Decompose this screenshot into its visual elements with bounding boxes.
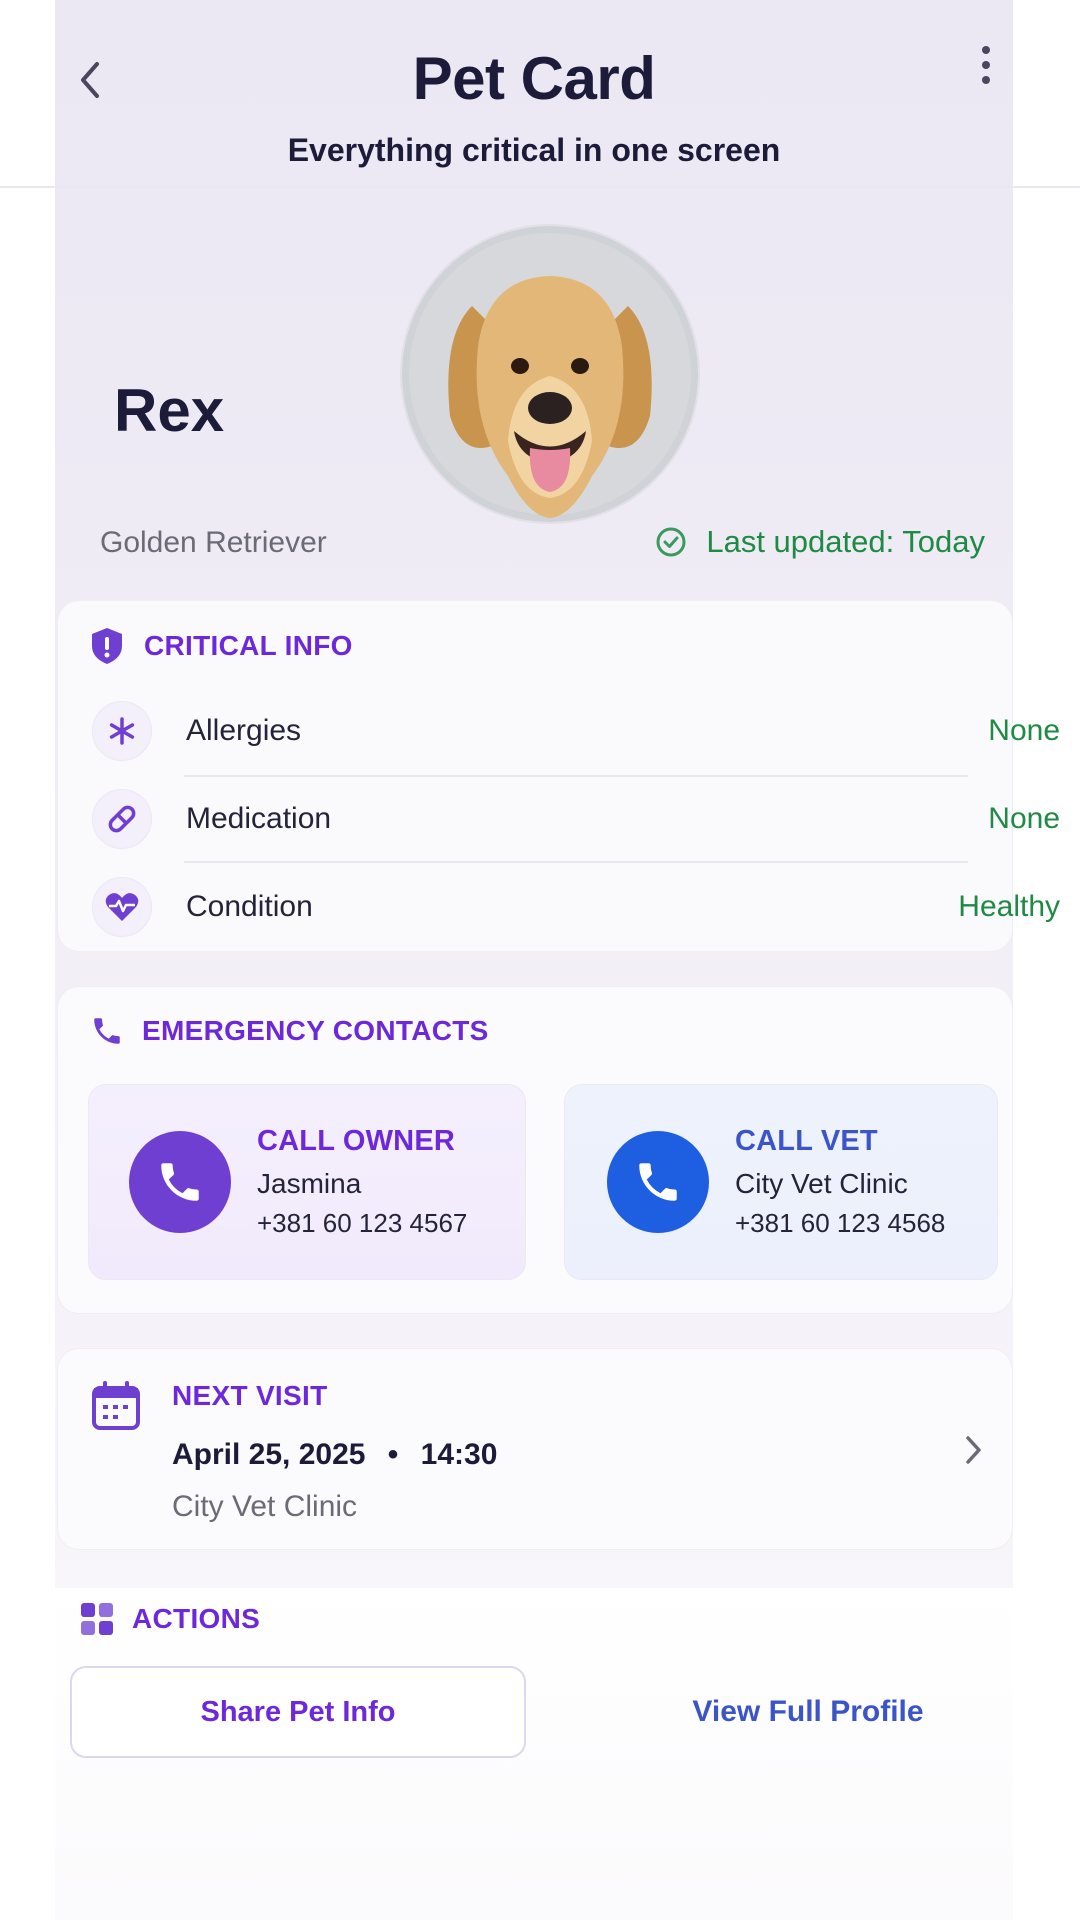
critical-info-title: CRITICAL INFO — [144, 630, 353, 661]
more-vertical-icon — [982, 46, 990, 54]
phone-icon — [94, 1018, 120, 1044]
condition-value: Healthy — [958, 890, 1060, 923]
pet-photo — [402, 226, 698, 522]
vet-phone: +381 60 123 4568 — [735, 1208, 946, 1238]
critical-row-medication: Medication None — [92, 784, 1060, 854]
visit-date: April 25, 2025 — [172, 1438, 366, 1471]
emergency-contacts-title: EMERGENCY CONTACTS — [142, 1015, 489, 1046]
shield-alert-icon — [92, 628, 122, 664]
page-title: Pet Card — [412, 45, 656, 112]
pill-icon — [92, 789, 152, 849]
check-circle-icon — [656, 527, 686, 557]
more-options-button[interactable] — [968, 40, 1004, 90]
last-updated-status: Last updated: Today — [654, 524, 985, 560]
phone-icon — [607, 1131, 709, 1233]
view-full-profile-button[interactable]: View Full Profile — [620, 1666, 996, 1758]
heart-pulse-icon — [92, 877, 152, 937]
allergies-value: None — [988, 714, 1060, 747]
owner-name: Jasmina — [257, 1168, 362, 1199]
condition-label: Condition — [186, 890, 313, 923]
critical-row-allergies: Allergies None — [92, 696, 1060, 766]
actions-title: ACTIONS — [132, 1603, 261, 1634]
calendar-icon — [90, 1380, 142, 1437]
medication-label: Medication — [186, 802, 332, 835]
medication-value: None — [988, 802, 1060, 835]
pet-name: Rex — [114, 377, 225, 444]
emergency-contacts-header: EMERGENCY CONTACTS — [90, 1014, 489, 1048]
row-divider — [184, 775, 968, 777]
grid-icon — [81, 1603, 113, 1635]
call-owner-title: CALL OWNER — [257, 1125, 456, 1157]
visit-separator: • — [387, 1438, 399, 1471]
row-divider — [184, 861, 968, 863]
critical-info-header: CRITICAL INFO — [88, 626, 353, 666]
chevron-right-icon[interactable] — [958, 1430, 988, 1470]
call-vet-title: CALL VET — [735, 1125, 878, 1157]
allergies-label: Allergies — [186, 714, 302, 747]
pet-breed: Golden Retriever — [100, 526, 327, 559]
asterisk-icon — [92, 701, 152, 761]
owner-phone: +381 60 123 4567 — [257, 1208, 468, 1238]
share-pet-info-button[interactable]: Share Pet Info — [70, 1666, 526, 1758]
page-subtitle: Everything critical in one screen — [287, 132, 781, 168]
call-vet-button[interactable]: CALL VET City Vet Clinic +381 60 123 456… — [564, 1084, 998, 1280]
actions-header: ACTIONS — [80, 1602, 260, 1636]
critical-row-condition: Condition Healthy — [92, 872, 1060, 942]
next-visit-title: NEXT VISIT — [172, 1380, 328, 1411]
last-updated-text: Last updated: Today — [706, 524, 985, 559]
vet-name: City Vet Clinic — [735, 1168, 908, 1199]
visit-place: City Vet Clinic — [172, 1490, 358, 1523]
next-visit-datetime: April 25, 2025 • 14:30 — [172, 1438, 497, 1472]
call-owner-button[interactable]: CALL OWNER Jasmina +381 60 123 4567 — [88, 1084, 526, 1280]
phone-icon — [129, 1131, 231, 1233]
visit-time: 14:30 — [420, 1438, 498, 1471]
header-divider — [0, 186, 1080, 188]
